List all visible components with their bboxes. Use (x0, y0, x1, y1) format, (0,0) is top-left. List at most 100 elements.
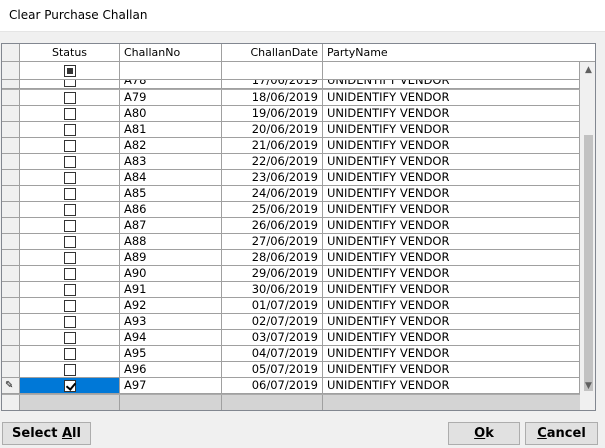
row-checkbox[interactable] (64, 348, 76, 360)
row-checkbox[interactable] (64, 156, 76, 168)
status-cell[interactable] (20, 314, 120, 330)
row-checkbox[interactable] (64, 268, 76, 280)
status-cell[interactable] (20, 202, 120, 218)
table-row[interactable]: A93 02/07/2019 UNIDENTIFY VENDOR (2, 314, 580, 330)
table-row[interactable]: A94 03/07/2019 UNIDENTIFY VENDOR (2, 330, 580, 346)
row-checkbox[interactable] (64, 80, 76, 87)
status-cell[interactable] (20, 234, 120, 250)
row-header[interactable] (2, 122, 20, 138)
column-header-party-name[interactable]: PartyName (323, 44, 595, 62)
column-header-challan-no[interactable]: ChallanNo (120, 44, 222, 62)
table-row[interactable]: A80 19/06/2019 UNIDENTIFY VENDOR (2, 106, 580, 122)
ok-button[interactable]: Ok (448, 422, 520, 445)
row-checkbox[interactable] (64, 316, 76, 328)
select-all-button[interactable]: Select All (2, 422, 91, 445)
cancel-button[interactable]: Cancel (525, 422, 598, 445)
table-row[interactable]: A79 18/06/2019 UNIDENTIFY VENDOR (2, 90, 580, 106)
table-row-partial[interactable]: A78 17/06/2019 UNIDENTIFY VENDOR (2, 80, 580, 90)
row-checkbox[interactable] (64, 108, 76, 120)
column-header-challan-date[interactable]: ChallanDate (222, 44, 323, 62)
status-cell[interactable] (20, 378, 120, 394)
status-cell[interactable] (20, 90, 120, 106)
status-cell[interactable] (20, 250, 120, 266)
row-checkbox[interactable] (64, 284, 76, 296)
status-cell[interactable] (20, 330, 120, 346)
row-header[interactable] (2, 250, 20, 266)
row-checkbox[interactable] (64, 380, 76, 392)
status-cell[interactable] (20, 298, 120, 314)
status-cell[interactable] (20, 122, 120, 138)
status-cell[interactable] (20, 106, 120, 122)
row-checkbox[interactable] (64, 204, 76, 216)
party-name-cell: UNIDENTIFY VENDOR (323, 378, 580, 394)
challan-date-filter-cell[interactable] (222, 62, 323, 80)
status-filter-cell[interactable] (20, 62, 120, 80)
table-row[interactable]: A96 05/07/2019 UNIDENTIFY VENDOR (2, 362, 580, 378)
row-checkbox[interactable] (64, 252, 76, 264)
row-header[interactable]: ✎ (2, 378, 20, 394)
table-row[interactable]: A90 29/06/2019 UNIDENTIFY VENDOR (2, 266, 580, 282)
status-cell[interactable] (20, 362, 120, 378)
row-checkbox[interactable] (64, 364, 76, 376)
select-all-checkbox[interactable] (64, 65, 76, 77)
challan-grid[interactable]: Status ChallanNo ChallanDate PartyName A… (1, 43, 596, 411)
challan-no-filter-cell[interactable] (120, 62, 222, 80)
row-checkbox[interactable] (64, 172, 76, 184)
table-row[interactable]: A89 28/06/2019 UNIDENTIFY VENDOR (2, 250, 580, 266)
row-checkbox[interactable] (64, 92, 76, 104)
table-row[interactable]: A95 04/07/2019 UNIDENTIFY VENDOR (2, 346, 580, 362)
row-header[interactable] (2, 282, 20, 298)
row-header[interactable] (2, 314, 20, 330)
row-header[interactable] (2, 218, 20, 234)
status-cell[interactable] (20, 346, 120, 362)
status-cell[interactable] (20, 282, 120, 298)
row-checkbox[interactable] (64, 124, 76, 136)
chevron-down-icon[interactable]: ▼ (580, 378, 595, 395)
row-header[interactable] (2, 90, 20, 106)
chevron-up-icon[interactable]: ▲ (580, 62, 595, 79)
table-row[interactable]: A85 24/06/2019 UNIDENTIFY VENDOR (2, 186, 580, 202)
status-cell[interactable] (20, 138, 120, 154)
status-cell[interactable] (20, 218, 120, 234)
table-row[interactable]: A92 01/07/2019 UNIDENTIFY VENDOR (2, 298, 580, 314)
challan-date-cell: 24/06/2019 (222, 186, 323, 202)
challan-date-cell: 01/07/2019 (222, 298, 323, 314)
row-header[interactable] (2, 266, 20, 282)
table-row[interactable]: A87 26/06/2019 UNIDENTIFY VENDOR (2, 218, 580, 234)
status-cell[interactable] (20, 80, 120, 89)
row-header[interactable] (2, 346, 20, 362)
table-row[interactable]: A86 25/06/2019 UNIDENTIFY VENDOR (2, 202, 580, 218)
challan-date-cell: 19/06/2019 (222, 106, 323, 122)
table-row[interactable]: A82 21/06/2019 UNIDENTIFY VENDOR (2, 138, 580, 154)
row-header[interactable] (2, 186, 20, 202)
scrollbar-thumb[interactable] (584, 135, 593, 391)
row-header[interactable] (2, 138, 20, 154)
vertical-scrollbar[interactable]: ▲ ▼ (580, 62, 595, 395)
table-row[interactable]: A91 30/06/2019 UNIDENTIFY VENDOR (2, 282, 580, 298)
row-checkbox[interactable] (64, 236, 76, 248)
row-header[interactable] (2, 330, 20, 346)
table-row[interactable]: A83 22/06/2019 UNIDENTIFY VENDOR (2, 154, 580, 170)
table-row[interactable]: A84 23/06/2019 UNIDENTIFY VENDOR (2, 170, 580, 186)
status-cell[interactable] (20, 186, 120, 202)
status-cell[interactable] (20, 170, 120, 186)
row-header[interactable] (2, 202, 20, 218)
table-row[interactable]: ✎ A97 06/07/2019 UNIDENTIFY VENDOR (2, 378, 580, 394)
row-header[interactable] (2, 298, 20, 314)
row-checkbox[interactable] (64, 332, 76, 344)
row-header[interactable] (2, 170, 20, 186)
row-header[interactable] (2, 106, 20, 122)
column-header-status[interactable]: Status (20, 44, 120, 62)
table-row[interactable]: A81 20/06/2019 UNIDENTIFY VENDOR (2, 122, 580, 138)
row-checkbox[interactable] (64, 188, 76, 200)
row-header[interactable] (2, 154, 20, 170)
row-header[interactable] (2, 362, 20, 378)
table-row[interactable]: A88 27/06/2019 UNIDENTIFY VENDOR (2, 234, 580, 250)
row-header[interactable] (2, 234, 20, 250)
row-checkbox[interactable] (64, 220, 76, 232)
row-checkbox[interactable] (64, 140, 76, 152)
row-checkbox[interactable] (64, 300, 76, 312)
status-cell[interactable] (20, 266, 120, 282)
party-name-filter-cell[interactable] (323, 62, 580, 80)
status-cell[interactable] (20, 154, 120, 170)
